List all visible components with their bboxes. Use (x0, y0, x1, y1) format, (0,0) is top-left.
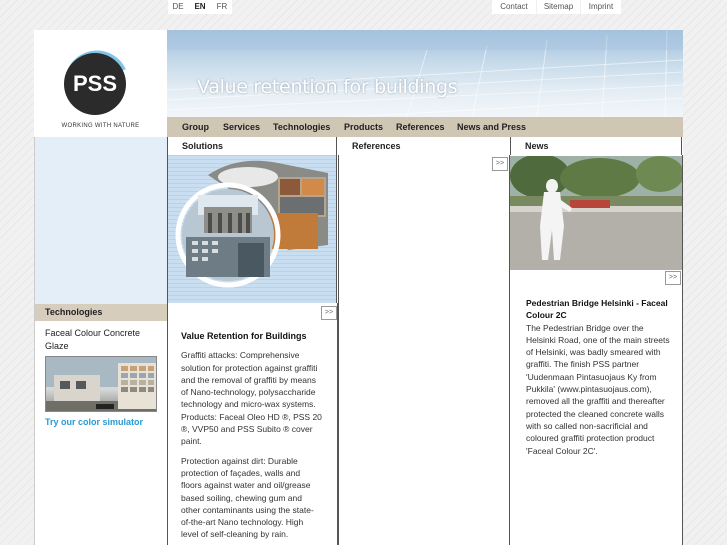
references-heading: References (338, 137, 509, 155)
nav-references[interactable]: References (396, 122, 445, 132)
news-more-button[interactable]: >> (665, 271, 681, 285)
logo-tagline: WORKING WITH NATURE (61, 123, 140, 129)
solutions-collage-icon (175, 160, 328, 288)
lang-fr[interactable]: FR (212, 0, 232, 14)
nav-services[interactable]: Services (223, 122, 260, 132)
left-sidebar: Technologies Faceal Colour Concrete Glaz… (34, 137, 168, 545)
sidebar-technologies-heading: Technologies (35, 304, 168, 321)
nav-technologies[interactable]: Technologies (273, 122, 330, 132)
header-banner: Value retention for buildings (167, 30, 683, 117)
solutions-text: Value Retention for Buildings Graffiti a… (181, 330, 323, 545)
pss-logo-icon: PSS (64, 50, 126, 115)
nav-products[interactable]: Products (344, 122, 383, 132)
contact-link[interactable]: Contact (492, 0, 536, 14)
lang-en[interactable]: EN (188, 0, 212, 14)
sitemap-link[interactable]: Sitemap (537, 0, 580, 14)
bridge-worker-photo-icon (510, 156, 682, 270)
solutions-more-button[interactable]: >> (321, 306, 337, 320)
logo-text: PSS (73, 71, 117, 96)
imprint-link[interactable]: Imprint (581, 0, 621, 14)
banner-title: Value retention for buildings (197, 76, 458, 98)
color-simulator-link[interactable]: Try our color simulator (45, 417, 143, 427)
news-body: The Pedestrian Bridge over the Helsinki … (526, 322, 670, 456)
news-heading: News (510, 137, 682, 155)
solutions-title: Value Retention for Buildings (181, 331, 307, 341)
nav-news-and-press[interactable]: News and Press (457, 122, 526, 132)
sidebar-technologies-box: Faceal Colour Concrete Glaze Try our col… (35, 321, 168, 545)
page-container: PSS WORKING WITH NATURE Value retention … (34, 30, 683, 545)
solutions-paragraph-graffiti: Graffiti attacks: Comprehensive solution… (181, 350, 322, 447)
news-text: Pedestrian Bridge Helsinki - Faceal Colo… (526, 297, 670, 457)
solutions-heading: Solutions (167, 137, 337, 155)
sidebar-tech-item[interactable]: Faceal Colour Concrete Glaze (45, 327, 155, 353)
building-photo-icon (46, 357, 156, 411)
solutions-paragraph-dirt: Protection against dirt: Durable protect… (181, 455, 314, 540)
solutions-collage-image[interactable] (167, 155, 337, 303)
banner-roof-image (167, 30, 683, 117)
main-nav: Group Services Technologies Products Ref… (167, 117, 683, 137)
references-more-button[interactable]: >> (492, 157, 508, 171)
color-simulator-thumbnail[interactable] (45, 356, 157, 412)
logo[interactable]: PSS WORKING WITH NATURE (34, 30, 167, 137)
news-title[interactable]: Pedestrian Bridge Helsinki - Faceal Colo… (526, 297, 670, 322)
references-column (338, 155, 510, 545)
lang-de[interactable]: DE (168, 0, 188, 14)
nav-group[interactable]: Group (182, 122, 209, 132)
news-photo[interactable] (510, 156, 682, 270)
